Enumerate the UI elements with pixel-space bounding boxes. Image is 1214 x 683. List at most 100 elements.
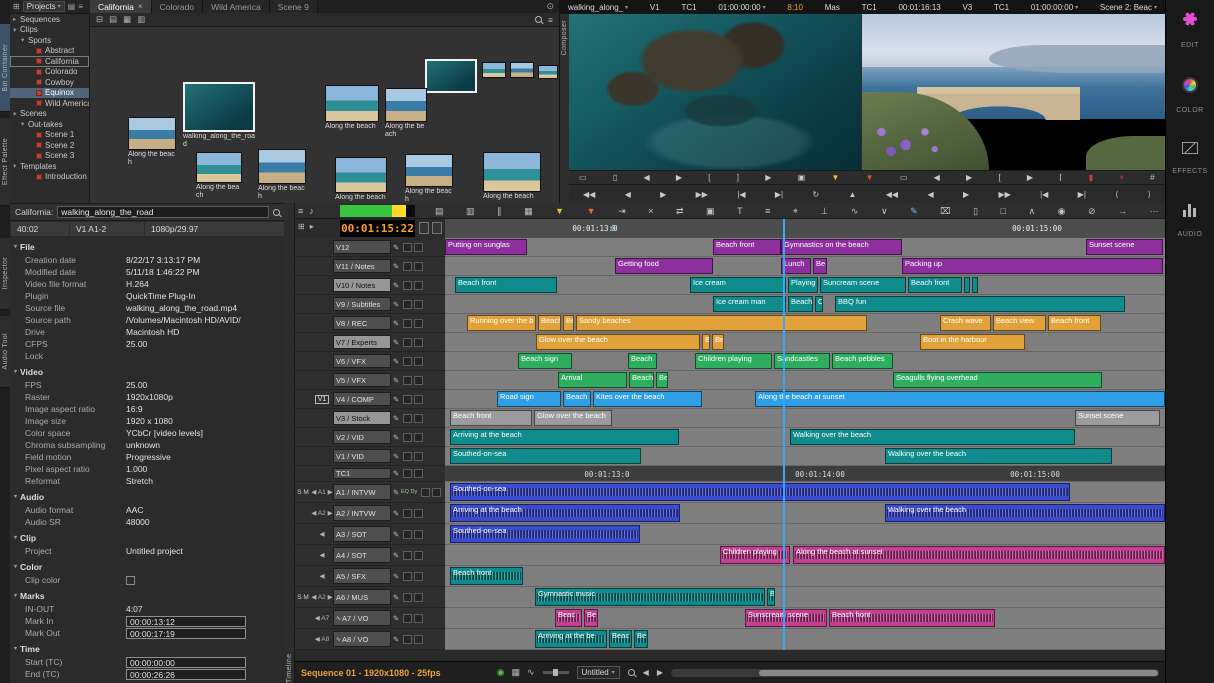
source-play-icon[interactable]: ▶	[765, 173, 771, 182]
track-button-a4[interactable]: A4 / SOT	[333, 547, 391, 563]
pencil-icon[interactable]: ✎	[391, 469, 401, 478]
timeline-clip[interactable]	[972, 277, 978, 293]
overwrite-icon[interactable]: ▼	[866, 173, 874, 182]
record-play-icon[interactable]: ▶	[1027, 173, 1033, 182]
tc-toggle-box[interactable]	[432, 222, 442, 234]
monitor-toggle[interactable]	[414, 376, 423, 385]
track-toggle[interactable]	[403, 572, 412, 581]
track-button-v12[interactable]: V12	[333, 240, 391, 254]
inspector-section-video[interactable]: ▾Video	[10, 364, 285, 379]
track-toggle[interactable]	[403, 614, 412, 623]
lift-icon[interactable]: ▯	[613, 173, 617, 182]
timeline-clip[interactable]: Playing	[788, 277, 818, 293]
step-fwd-icon[interactable]: ▶	[676, 173, 682, 182]
tree-item-cowboy[interactable]: Cowboy	[10, 77, 89, 88]
go-end-icon[interactable]: ▶|	[775, 190, 783, 199]
rec-fast-rewind-icon[interactable]: ◀◀	[886, 190, 898, 199]
bin-frame-view-icon[interactable]: ▦	[123, 14, 131, 25]
pencil-icon[interactable]: ✎	[391, 338, 401, 347]
track-button-v1[interactable]: V1 / VID	[333, 449, 391, 463]
timeline-clip[interactable]: Along the beach at sunset	[755, 391, 1165, 407]
inspector-section-time[interactable]: ▾Time	[10, 641, 285, 656]
arrow-right-icon[interactable]: →	[1118, 206, 1127, 216]
pencil-tool-icon[interactable]: ✎	[910, 206, 918, 217]
timeline-clip[interactable]: Be	[712, 334, 724, 350]
timeline-clip[interactable]: Running over the b	[467, 315, 536, 331]
mark-clip-icon[interactable]: ▣	[798, 173, 806, 182]
tree-item-sequences[interactable]: ▸Sequences	[10, 14, 89, 25]
fast-forward-icon[interactable]: ▶▶	[696, 190, 708, 199]
tree-item-scenes[interactable]: ▾Scenes	[10, 109, 89, 120]
tree-item-colorado[interactable]: Colorado	[10, 67, 89, 78]
track-button-v2[interactable]: V2 / VID	[333, 430, 391, 444]
track-toggle[interactable]	[403, 593, 412, 602]
monitor-toggle[interactable]	[414, 572, 423, 581]
track-toggle[interactable]	[403, 243, 412, 252]
tc-toggle-box[interactable]	[419, 222, 429, 234]
monitor-toggle[interactable]	[414, 551, 423, 560]
tree-item-templates[interactable]: ▾Templates	[10, 161, 89, 172]
inspector-section-color[interactable]: ▾Color	[10, 559, 285, 574]
eraser-icon[interactable]: ⌧	[940, 206, 950, 217]
track-toggle[interactable]	[403, 338, 412, 347]
timeline-ruler[interactable]: 00:01:13:000:01:15:000	[445, 219, 1165, 238]
tree-item-sports[interactable]: ▾Sports	[10, 35, 89, 46]
track-button-v3[interactable]: V3 / Stock	[333, 411, 391, 425]
record-step-fwd-icon[interactable]: ▶	[966, 173, 972, 182]
box-select-icon[interactable]: ▯	[973, 206, 978, 217]
no-symbol-icon[interactable]: ⊘	[1088, 206, 1096, 217]
workspace-edit[interactable]: EDIT	[1181, 10, 1199, 49]
monitor-toggle[interactable]	[414, 395, 423, 404]
record-clip-icon[interactable]: ▮	[1089, 173, 1093, 182]
monitor-bar-item[interactable]: 00:01:16:13	[898, 3, 940, 12]
monitor-toggle[interactable]	[414, 262, 423, 271]
field-value-box[interactable]: 00:00:13:12	[126, 616, 246, 627]
rec-prev-frame-icon[interactable]: ◀	[927, 190, 933, 199]
timeline-clip[interactable]: Crash wave	[940, 315, 991, 331]
project-grid-icon[interactable]: ⊞	[13, 2, 20, 11]
bin-clip-thumbnail[interactable]: Along the beach	[128, 117, 176, 166]
playhead[interactable]	[783, 238, 785, 650]
monitor-toggle[interactable]	[414, 357, 423, 366]
timeline-clip[interactable]: Gymnastic music	[535, 588, 765, 606]
video-quality-icon[interactable]: ◉	[497, 667, 505, 678]
cut-red-icon[interactable]: ×	[1119, 173, 1124, 182]
track-toggle[interactable]	[403, 300, 412, 309]
track-button-v8[interactable]: V8 / REC	[333, 316, 391, 330]
bin-clip-thumbnail[interactable]: Along the beach	[385, 88, 427, 138]
track-toggle[interactable]	[403, 635, 412, 644]
record-dot-icon[interactable]: ◉	[1058, 206, 1066, 217]
patch-button[interactable]: ◀	[311, 551, 333, 559]
search-input[interactable]	[57, 206, 269, 218]
inspector-section-clip[interactable]: ▾Clip	[10, 530, 285, 545]
loop-icon[interactable]: ↻	[812, 190, 819, 199]
eject-icon[interactable]: ▲	[849, 190, 857, 199]
monitor-toggle[interactable]	[432, 488, 441, 497]
track-toggle[interactable]	[403, 262, 412, 271]
bin-clip-thumbnail[interactable]	[425, 59, 477, 93]
workspace-audio[interactable]: AUDIO	[1178, 203, 1203, 238]
timeline-clip[interactable]: Arriving at the be	[535, 630, 607, 648]
timeline-clip[interactable]: Beach	[629, 372, 654, 388]
center-playhead-icon[interactable]: ⌖	[793, 206, 798, 217]
go-start-icon[interactable]: |◀	[737, 190, 745, 199]
timeline-clip[interactable]: Beach sign	[518, 353, 572, 369]
bin-clip-thumbnail[interactable]: walking_along_the_road	[183, 82, 255, 148]
track-button-a5[interactable]: A5 / SFX	[333, 568, 391, 584]
patch-button[interactable]: ◀ A1 ▶	[311, 488, 333, 496]
monitor-bar-item[interactable]: TC1	[994, 3, 1009, 12]
caret-up-icon[interactable]: ∧	[1029, 206, 1036, 217]
pencil-icon[interactable]: ✎	[391, 414, 401, 423]
rec-next-frame-icon[interactable]: ▶	[963, 190, 969, 199]
timeline-clip[interactable]: Glow over the beach	[534, 410, 612, 426]
field-value-box[interactable]: 00:00:00:00	[126, 657, 246, 668]
monitor-toggle[interactable]	[414, 319, 423, 328]
track-button-a2[interactable]: A2 / INTVW	[333, 505, 391, 521]
patch-button[interactable]: ◀ A7	[311, 614, 333, 622]
track-toggle[interactable]	[403, 376, 412, 385]
tc-step-icon[interactable]: ▸	[310, 222, 314, 231]
timeline-clip[interactable]: Arriving at the beach	[450, 504, 680, 522]
audio-meter-icon[interactable]: ♪	[309, 206, 314, 216]
track-button-a6[interactable]: A6 / MUS	[333, 589, 391, 605]
monitor-bar-item[interactable]: 01:00:00:00▾	[1031, 3, 1078, 12]
